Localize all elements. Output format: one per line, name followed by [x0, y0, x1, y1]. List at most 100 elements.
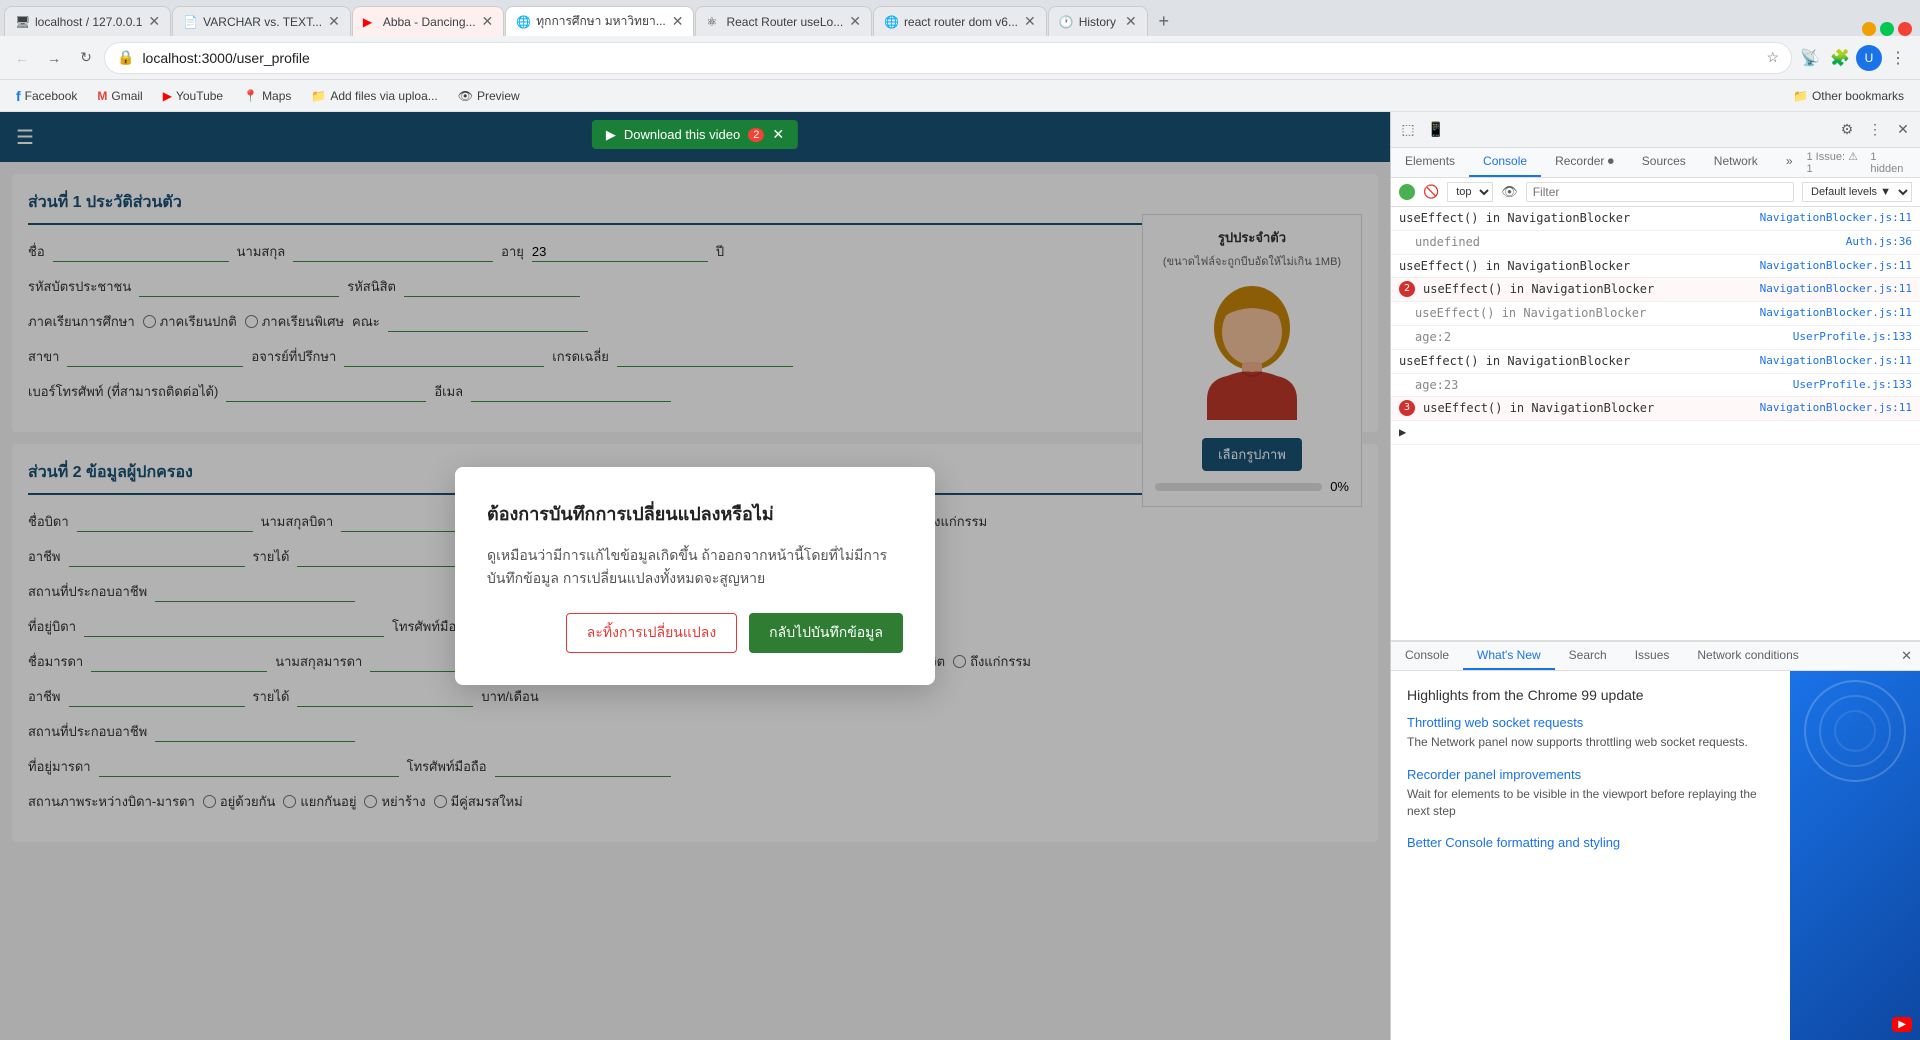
- more-button[interactable]: ⋮: [1884, 44, 1912, 72]
- close-button[interactable]: [1898, 22, 1912, 36]
- tab-close-abba[interactable]: ✕: [482, 13, 494, 30]
- bottom-tab-console[interactable]: Console: [1391, 642, 1463, 670]
- tab-title-abba: Abba - Dancing...: [383, 15, 476, 29]
- other-bookmarks[interactable]: 📁 Other bookmarks: [1785, 84, 1912, 108]
- devtools-tab-more[interactable]: »: [1772, 148, 1807, 177]
- console-link-1[interactable]: NavigationBlocker.js:11: [1760, 210, 1912, 225]
- tab-close-varchar[interactable]: ✕: [328, 13, 340, 30]
- tab-close-history[interactable]: ✕: [1125, 13, 1137, 30]
- tab-localhost[interactable]: 🖥 localhost / 127.0.0.1 ✕: [4, 6, 171, 36]
- bottom-tab-issues[interactable]: Issues: [1621, 642, 1684, 670]
- whats-new-item-title-2[interactable]: Recorder panel improvements: [1407, 767, 1774, 782]
- yt-badge: ▶: [1892, 1017, 1912, 1032]
- tab-close-reactrouter[interactable]: ✕: [849, 13, 861, 30]
- bookmark-youtube[interactable]: ▶ YouTube: [155, 84, 231, 108]
- bookmark-gmail[interactable]: M Gmail: [89, 84, 150, 108]
- devtools-tab-elements[interactable]: Elements: [1391, 148, 1469, 177]
- download-close-button[interactable]: ✕: [772, 126, 784, 143]
- dialog-body: ดูเหมือนว่ามีการแก้ไขข้อมูลเกิดขึ้น ถ้าอ…: [487, 544, 903, 589]
- url-bar[interactable]: 🔒 localhost:3000/user_profile ☆: [104, 42, 1792, 74]
- console-link-2[interactable]: Auth.js:36: [1846, 234, 1912, 249]
- console-link-8[interactable]: UserProfile.js:133: [1793, 377, 1912, 392]
- reload-button[interactable]: ↻: [72, 44, 100, 72]
- console-levels-dropdown[interactable]: Default levels ▼: [1802, 182, 1912, 202]
- devtools-tab-recorder[interactable]: Recorder ⏺: [1541, 148, 1628, 177]
- devtools-tab-console[interactable]: Console: [1469, 148, 1541, 177]
- tab-reactrouterdom[interactable]: 🌐 react router dom v6... ✕: [873, 6, 1047, 36]
- whats-new-item-2: Recorder panel improvements Wait for ele…: [1407, 767, 1774, 820]
- back-button[interactable]: ←: [8, 44, 36, 72]
- whats-new-item-title-1[interactable]: Throttling web socket requests: [1407, 715, 1774, 730]
- devtools-settings-button[interactable]: ⚙: [1834, 117, 1860, 143]
- extensions-button[interactable]: 🧩: [1826, 44, 1854, 72]
- bottom-tab-search[interactable]: Search: [1555, 642, 1621, 670]
- bookmark-preview[interactable]: 👁 Preview: [450, 84, 528, 108]
- tab-abba[interactable]: ▶ Abba - Dancing... ✕: [352, 6, 504, 36]
- tab-bar: 🖥 localhost / 127.0.0.1 ✕ 📄 VARCHAR vs. …: [0, 0, 1920, 36]
- facebook-icon: f: [16, 88, 21, 104]
- devtools-device-button[interactable]: 📱: [1423, 117, 1449, 143]
- console-entry-6: age:2 UserProfile.js:133: [1391, 326, 1920, 350]
- main-area: ▶ Download this video 2 ✕ ☰ ส่วนที่ 1 ปร…: [0, 112, 1920, 1040]
- tab-history[interactable]: 🕐 History ✕: [1048, 6, 1148, 36]
- whats-new-item-desc-1: The Network panel now supports throttlin…: [1407, 734, 1774, 751]
- devtools-close-button[interactable]: ✕: [1890, 117, 1916, 143]
- console-link-5[interactable]: NavigationBlocker.js:11: [1760, 305, 1912, 320]
- bookmark-addfiles[interactable]: 📁 Add files via uploa...: [303, 84, 445, 108]
- tab-title-localhost: localhost / 127.0.0.1: [35, 15, 142, 29]
- tab-varchar[interactable]: 📄 VARCHAR vs. TEXT... ✕: [172, 6, 351, 36]
- devtools-inspect-button[interactable]: ⬚: [1395, 117, 1421, 143]
- devtools-issues-badge: 1 Issue: ⚠ 1: [1807, 150, 1867, 175]
- console-link-4[interactable]: NavigationBlocker.js:11: [1760, 281, 1912, 296]
- console-entry-9: 3 useEffect() in NavigationBlocker Navig…: [1391, 397, 1920, 421]
- console-text-2: undefined: [1399, 234, 1838, 251]
- console-eye-icon[interactable]: 👁: [1501, 184, 1518, 200]
- devtools-tab-sources[interactable]: Sources: [1628, 148, 1700, 177]
- bottom-tab-whatsnew[interactable]: What's New: [1463, 642, 1555, 670]
- devtools-console: useEffect() in NavigationBlocker Navigat…: [1391, 207, 1920, 640]
- devtools-tab-network[interactable]: Network: [1700, 148, 1772, 177]
- devtools-more-button[interactable]: ⋮: [1862, 117, 1888, 143]
- console-entry-10: ▶: [1391, 421, 1920, 445]
- console-filter-input[interactable]: [1526, 182, 1794, 202]
- bottom-close-button[interactable]: ✕: [1893, 644, 1920, 668]
- bookmark-facebook[interactable]: f Facebook: [8, 84, 85, 108]
- tab-close-localhost[interactable]: ✕: [148, 13, 160, 30]
- other-bookmarks-label: Other bookmarks: [1812, 89, 1904, 103]
- tab-favicon-history: 🕐: [1059, 15, 1073, 29]
- download-play-icon: ▶: [606, 127, 616, 143]
- forward-button[interactable]: →: [40, 44, 68, 72]
- devtools-tabs: Elements Console Recorder ⏺ Sources Netw…: [1391, 148, 1920, 178]
- console-link-9[interactable]: NavigationBlocker.js:11: [1760, 400, 1912, 415]
- whats-new-content: Highlights from the Chrome 99 update Thr…: [1391, 671, 1920, 1040]
- tab-active[interactable]: 🌐 ทุกการศึกษา มหาวิทยา... ✕: [505, 6, 694, 36]
- star-icon[interactable]: ☆: [1766, 49, 1779, 66]
- console-link-7[interactable]: NavigationBlocker.js:11: [1760, 353, 1912, 368]
- dialog-cancel-button[interactable]: ละทิ้งการเปลี่ยนแปลง: [566, 613, 737, 653]
- devtools-bottom-tabs: Console What's New Search Issues Network…: [1391, 642, 1920, 671]
- console-entry-1: useEffect() in NavigationBlocker Navigat…: [1391, 207, 1920, 231]
- bookmark-preview-label: Preview: [477, 89, 520, 103]
- tab-title-active: ทุกการศึกษา มหาวิทยา...: [536, 12, 665, 31]
- bookmark-maps[interactable]: 📍 Maps: [235, 84, 299, 108]
- profile-button[interactable]: U: [1856, 45, 1882, 71]
- tab-close-active[interactable]: ✕: [672, 13, 684, 30]
- console-link-3[interactable]: NavigationBlocker.js:11: [1760, 258, 1912, 273]
- devtools-header: ⬚ 📱 ⚙ ⋮ ✕: [1391, 112, 1920, 148]
- console-clear-button[interactable]: [1399, 184, 1415, 200]
- cast-button[interactable]: 📡: [1796, 44, 1824, 72]
- maps-icon: 📍: [243, 89, 258, 103]
- new-tab-button[interactable]: +: [1149, 6, 1179, 36]
- minimize-button[interactable]: [1862, 22, 1876, 36]
- console-link-6[interactable]: UserProfile.js:133: [1793, 329, 1912, 344]
- bottom-tab-network[interactable]: Network conditions: [1683, 642, 1812, 670]
- expand-arrow[interactable]: ▶: [1399, 424, 1406, 441]
- tab-close-reactrouterdom[interactable]: ✕: [1024, 13, 1036, 30]
- dialog-confirm-button[interactable]: กลับไปบันทึกข้อมูล: [749, 613, 903, 653]
- maximize-button[interactable]: [1880, 22, 1894, 36]
- console-top-dropdown[interactable]: top: [1447, 182, 1493, 202]
- tab-title-varchar: VARCHAR vs. TEXT...: [203, 15, 322, 29]
- tab-reactrouter[interactable]: ⚛ React Router useLo... ✕: [695, 6, 871, 36]
- whats-new-item-title-3[interactable]: Better Console formatting and styling: [1407, 835, 1774, 850]
- devtools-panel: ⬚ 📱 ⚙ ⋮ ✕ Elements Console Recorder ⏺ So…: [1390, 112, 1920, 1040]
